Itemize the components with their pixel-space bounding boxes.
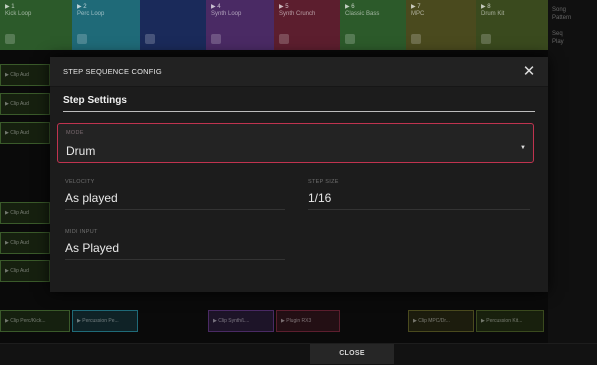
midi-input-underline	[65, 259, 285, 260]
clip-cell-empty[interactable]	[342, 310, 406, 332]
track-2[interactable]: ▶ 2 Perc Loop	[72, 0, 140, 50]
midi-input-label: MIDI INPUT	[65, 229, 98, 235]
track-3[interactable]	[140, 0, 206, 50]
track-number: ▶ 1	[5, 4, 15, 10]
mode-dropdown[interactable]: MODE Drum ▼	[57, 123, 534, 163]
midi-input-value: As Played	[65, 241, 120, 255]
velocity-field[interactable]: VELOCITY As played	[65, 179, 285, 205]
track-name: Synth Loop	[211, 11, 242, 17]
dialog-title: STEP SEQUENCE CONFIG	[63, 67, 162, 76]
clip-cell[interactable]: ▶ Clip Aud	[0, 202, 50, 224]
track-number: ▶ 8	[481, 4, 491, 10]
track-name: Drum Kit	[481, 11, 505, 17]
clip-cell[interactable]: ▶ Clip Aud	[0, 122, 50, 144]
clip-cell[interactable]: ▶ Plugin RX3	[276, 310, 340, 332]
track-icon	[211, 34, 221, 44]
track-icon	[279, 34, 289, 44]
right-panel-text: Song	[552, 7, 567, 13]
track-icon	[145, 34, 155, 44]
track-5[interactable]: ▶ 5 Synth Crunch	[274, 0, 340, 50]
clip-cell[interactable]: ▶ Clip MPC/Dr...	[408, 310, 474, 332]
clip-cell[interactable]: ▶ Clip Synth/L...	[208, 310, 274, 332]
track-number: ▶ 5	[279, 4, 289, 10]
close-icon[interactable]: ✕	[520, 63, 538, 81]
track-number: ▶ 2	[77, 4, 87, 10]
right-panel-text: Pattern	[552, 15, 572, 21]
dropdown-arrow-icon: ▼	[520, 145, 526, 151]
clip-cell[interactable]: ▶ Percussion Pe...	[72, 310, 138, 332]
mode-value: Drum	[66, 144, 96, 158]
track-name: Perc Loop	[77, 11, 105, 17]
clip-cell[interactable]: ▶ Clip Aud	[0, 64, 50, 86]
clip-cell[interactable]: ▶ Clip Aud	[0, 232, 50, 254]
right-panel-text: Seq	[552, 31, 563, 37]
velocity-underline	[65, 209, 285, 210]
close-button[interactable]: CLOSE	[310, 344, 394, 364]
track-name: MPC	[411, 11, 425, 17]
velocity-label: VELOCITY	[65, 179, 95, 185]
track-icon	[481, 34, 491, 44]
track-7[interactable]: ▶ 7 MPC	[406, 0, 476, 50]
track-icon	[345, 34, 355, 44]
dialog-header: STEP SEQUENCE CONFIG	[50, 57, 548, 87]
right-panel-text: Play	[552, 39, 564, 45]
track-number: ▶ 7	[411, 4, 421, 10]
track-number: ▶ 6	[345, 4, 355, 10]
clip-row-bottom: ▶ Clip Perc/Kick... ▶ Percussion Pe... ▶…	[0, 310, 548, 332]
clip-cell[interactable]: ▶ Clip Aud	[0, 260, 50, 282]
step-size-value: 1/16	[308, 191, 332, 205]
track-icon	[5, 34, 15, 44]
midi-input-field[interactable]: MIDI INPUT As Played	[65, 229, 285, 255]
track-8[interactable]: ▶ 8 Drum Kit	[476, 0, 548, 50]
track-icon	[411, 34, 421, 44]
step-sequence-config-dialog: STEP SEQUENCE CONFIG ✕ Step Settings MOD…	[50, 57, 548, 292]
mode-label: MODE	[66, 130, 84, 136]
track-name: Classic Bass	[345, 11, 380, 17]
right-side-panel: Song Pattern Seq Play	[548, 0, 597, 365]
track-name: Synth Crunch	[279, 11, 316, 17]
bottom-bar	[0, 343, 597, 365]
clip-cell[interactable]: ▶ Clip Perc/Kick...	[0, 310, 70, 332]
velocity-value: As played	[65, 191, 118, 205]
track-number: ▶ 4	[211, 4, 221, 10]
track-icon	[77, 34, 87, 44]
track-6[interactable]: ▶ 6 Classic Bass	[340, 0, 406, 50]
clip-cell-empty[interactable]	[140, 310, 206, 332]
track-4[interactable]: ▶ 4 Synth Loop	[206, 0, 274, 50]
step-settings-section: Step Settings	[63, 95, 535, 112]
clip-cell[interactable]: ▶ Clip Aud	[0, 93, 50, 115]
track-name: Kick Loop	[5, 11, 32, 17]
track-header-strip: ▶ 1 Kick Loop ▶ 2 Perc Loop ▶ 4 Synth Lo…	[0, 0, 597, 50]
step-size-underline	[308, 209, 530, 210]
step-size-label: STEP SIZE	[308, 179, 339, 185]
section-title: Step Settings	[63, 95, 535, 112]
clip-cell[interactable]: ▶ Percussion Kit...	[476, 310, 544, 332]
step-size-field[interactable]: STEP SIZE 1/16	[308, 179, 530, 205]
track-1[interactable]: ▶ 1 Kick Loop	[0, 0, 72, 50]
